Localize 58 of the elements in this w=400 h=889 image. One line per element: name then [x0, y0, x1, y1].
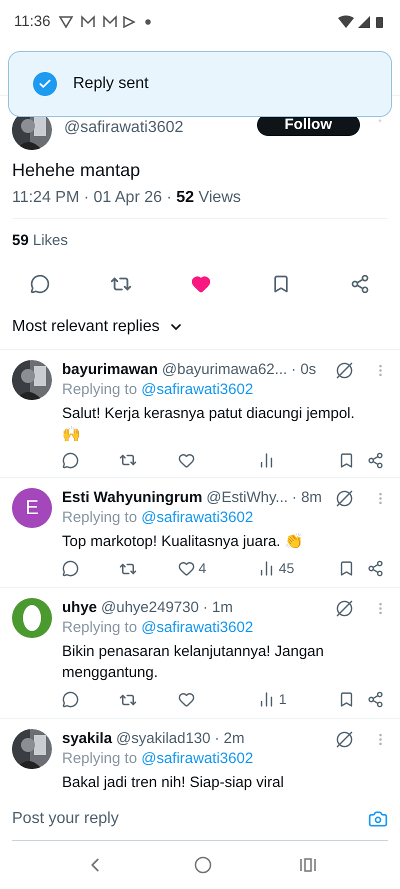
replying-to: Replying to @safirawati3602	[62, 380, 254, 400]
avatar[interactable]: E	[12, 488, 52, 528]
reply-icon[interactable]	[62, 560, 79, 577]
reply-text: Bakal jadi tren nih! Siap-siap viral	[62, 773, 285, 793]
home-icon[interactable]	[194, 856, 212, 874]
check-icon	[33, 72, 57, 96]
slashed-circle-icon[interactable]	[336, 362, 353, 378]
reply-field[interactable]: Post your reply	[12, 797, 388, 841]
reply-icon[interactable]	[62, 691, 79, 708]
reply-text: Top markotop! Kualitasnya juara. 👏	[62, 532, 305, 552]
reply-placeholder: Post your reply	[12, 808, 119, 828]
slashed-circle-icon[interactable]	[336, 730, 353, 748]
reply-author-name[interactable]: uhye	[62, 598, 98, 618]
reply-time: · 8m	[292, 488, 322, 508]
toast-message: Reply sent	[73, 74, 149, 94]
reply-author-handle: @bayurimawa62...	[162, 360, 288, 380]
reply-icon[interactable]	[30, 274, 50, 294]
reply-author-handle: @uhye249730	[101, 598, 199, 618]
post-meta: 11:24 PM · 01 Apr 26 · 52 Views	[12, 188, 388, 219]
like-icon[interactable]	[178, 452, 194, 468]
bookmark-icon[interactable]	[338, 452, 355, 468]
reply-time: · 2m	[214, 729, 244, 749]
replying-to: Replying to @safirawati3602	[62, 618, 254, 638]
camera-icon[interactable]	[368, 808, 388, 828]
share-icon[interactable]	[367, 560, 384, 577]
bookmark-icon[interactable]	[338, 560, 355, 577]
reply-author-handle: @syakilad130	[116, 729, 210, 749]
view-count: 45	[278, 559, 294, 578]
status-time: 11:36	[14, 12, 50, 32]
like-icon[interactable]	[178, 560, 194, 577]
reply-author-name[interactable]: Esti Wahyuningrum	[62, 488, 202, 508]
like-icon[interactable]	[191, 274, 211, 294]
replying-to: Replying to @safirawati3602	[62, 749, 254, 769]
view-count: 1	[278, 690, 287, 709]
post-text: Hehehe mantap	[12, 159, 142, 182]
bookmark-icon[interactable]	[338, 691, 355, 708]
reply-text: Bikin penasaran kelanjutannya! Jangan menggantung.	[62, 642, 325, 683]
reply-icon[interactable]	[62, 452, 79, 468]
share-icon[interactable]	[367, 452, 384, 468]
replying-to: Replying to @safirawati3602	[62, 508, 254, 528]
system-status-icons-drawing	[338, 15, 386, 29]
author-handle[interactable]: @safirawati3602	[64, 119, 184, 136]
avatar-icon[interactable]	[12, 598, 52, 638]
like-count: 4	[198, 559, 206, 578]
reply-author-name[interactable]: syakila	[62, 729, 112, 749]
like-icon[interactable]	[178, 691, 194, 708]
reply-author-name[interactable]: bayurimawan	[62, 360, 158, 380]
reply-time: · 0s	[291, 360, 316, 380]
sort-dropdown[interactable]: Most relevant replies	[12, 305, 184, 349]
slashed-circle-icon[interactable]	[336, 490, 353, 506]
share-icon[interactable]	[367, 691, 384, 708]
recent-apps-icon[interactable]	[300, 857, 316, 873]
slashed-circle-icon[interactable]	[336, 600, 353, 616]
likes-count[interactable]: 59 Likes	[12, 219, 388, 263]
reply-text: Salut! Kerja kerasnya patut diacungi jempol. 🙌	[62, 404, 356, 445]
reply-author-handle: @EstiWhy...	[206, 488, 288, 508]
reply-time: · 1m	[202, 598, 233, 618]
share-icon[interactable]	[350, 274, 370, 294]
